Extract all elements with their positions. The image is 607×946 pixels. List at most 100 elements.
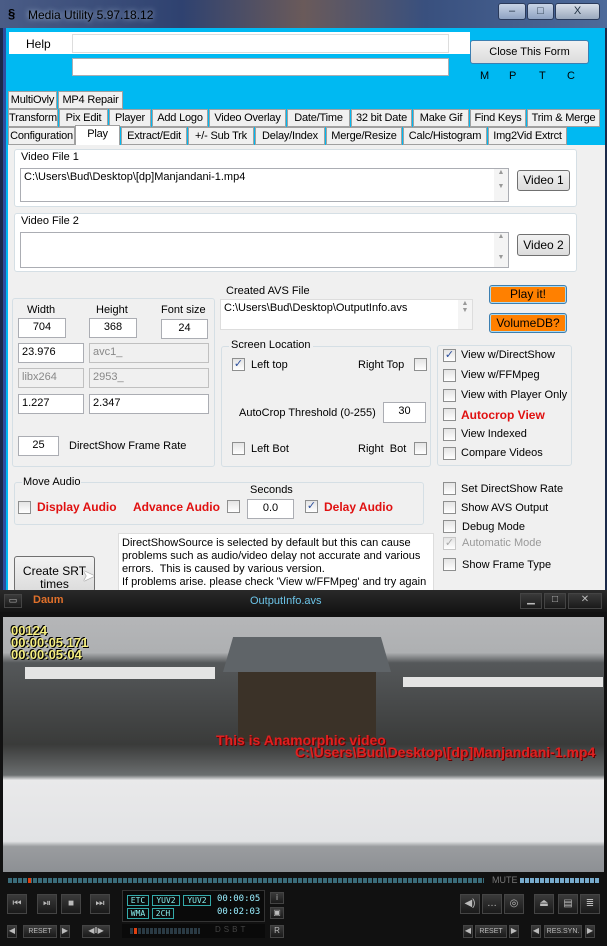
tab-add-logo[interactable]: Add Logo (152, 109, 208, 127)
eject-icon[interactable]: ⏏ (534, 894, 554, 914)
subtitle-icon[interactable]: … (482, 894, 502, 914)
view-indexed-checkbox[interactable] (443, 428, 456, 441)
tab-delay-index[interactable]: Delay/Index (255, 127, 325, 145)
playlist-icon[interactable]: ≣ (580, 894, 600, 914)
advance-audio-checkbox[interactable] (227, 500, 240, 513)
width-label: Width (27, 304, 56, 316)
volume-bar[interactable] (520, 878, 600, 883)
previous-button[interactable]: ⏮ (7, 894, 27, 914)
seek-position[interactable] (28, 878, 31, 883)
speaker-icon[interactable]: ◀) (460, 894, 480, 914)
view-ffmpeg-checkbox[interactable] (443, 369, 456, 382)
video-file-2-input[interactable]: ▲ ▼ (20, 232, 509, 268)
scrollbar[interactable]: ▲ ▼ (494, 169, 508, 201)
play-it-button[interactable]: Play it! (489, 285, 567, 304)
scrollbar[interactable]: ▲ ▼ (494, 233, 508, 267)
width-input[interactable]: 704 (18, 318, 66, 338)
tab-multiovly[interactable]: MultiOvly (8, 91, 57, 109)
autocrop-threshold-input[interactable]: 30 (383, 402, 426, 423)
left-arrow-button-2[interactable]: ◀ (463, 925, 473, 938)
tab-img2vid-extrct[interactable]: Img2Vid Extrct (488, 127, 567, 145)
help-menu[interactable]: Help (26, 37, 51, 51)
video-2-button[interactable]: Video 2 (517, 234, 570, 256)
font-size-input[interactable]: 24 (161, 319, 208, 339)
left-top-checkbox[interactable]: ✓ (232, 358, 245, 371)
right-arrow-button[interactable]: ▶ (60, 925, 70, 938)
show-frame-type-checkbox[interactable] (443, 558, 456, 571)
tab-trim-merge[interactable]: Trim & Merge (527, 109, 600, 127)
ds-frame-rate-input[interactable]: 25 (18, 436, 59, 456)
video-frame[interactable]: 00124 00:00:05.171 00:00:05:04 This is Ana… (3, 617, 604, 872)
view-player-only-checkbox[interactable] (443, 389, 456, 402)
tab-extract-edit[interactable]: Extract/Edit (121, 127, 187, 145)
video-1-button[interactable]: Video 1 (517, 170, 570, 191)
tab-calc-histogram[interactable]: Calc/Histogram (403, 127, 487, 145)
debug-mode-checkbox[interactable] (443, 520, 456, 533)
next-button[interactable]: ⏭ (90, 894, 110, 914)
record-icon[interactable]: ◎ (504, 894, 524, 914)
right-top-checkbox[interactable] (414, 358, 427, 371)
speed-display: DSBT (122, 924, 265, 938)
player-close-button[interactable]: ✕ (568, 593, 602, 609)
info-button[interactable]: i (270, 892, 284, 904)
res-sync-button[interactable]: RES.SYN. (544, 925, 582, 938)
frame-step-button[interactable]: ◀‖▶ (82, 925, 110, 938)
right-arrow-button-3[interactable]: ▶ (585, 925, 595, 938)
tab-transform[interactable]: Transform (8, 109, 58, 127)
tab-configuration[interactable]: Configuration (8, 127, 75, 145)
autocrop-view-checkbox[interactable] (443, 408, 456, 421)
left-bot-checkbox[interactable] (232, 442, 245, 455)
close-button[interactable]: X (555, 3, 600, 20)
mute-label[interactable]: MUTE (492, 875, 518, 885)
tab-make-gif[interactable]: Make Gif (413, 109, 469, 127)
seek-bar[interactable] (8, 878, 484, 883)
d-indicator: D (215, 925, 224, 934)
video-file-1-input[interactable]: C:\Users\Bud\Desktop\[dp]Manjandani-1.mp… (20, 168, 509, 202)
show-avs-output-checkbox[interactable] (443, 501, 456, 514)
font-size-label: Font size (161, 304, 206, 316)
fps-input[interactable]: 23.976 (18, 343, 84, 363)
left-arrow-button-3[interactable]: ◀ (531, 925, 541, 938)
player-menu-icon[interactable]: ▭ (4, 594, 22, 608)
play-pause-button[interactable]: ⏯ (37, 894, 57, 914)
tab-video-overlay[interactable]: Video Overlay (209, 109, 286, 127)
avs-file-input[interactable]: C:\Users\Bud\Desktop\OutputInfo.avs ▲ ▼ (220, 299, 473, 330)
tab-find-keys[interactable]: Find Keys (470, 109, 526, 127)
close-form-button[interactable]: Close This Form (470, 40, 589, 64)
save-icon[interactable]: ▤ (558, 894, 578, 914)
minimize-button[interactable]: ‒ (498, 3, 526, 20)
screen-button[interactable]: ▣ (270, 907, 284, 919)
help-input-1[interactable] (72, 34, 449, 53)
reset-button-right[interactable]: RESET (475, 925, 507, 938)
scrollbar[interactable]: ▲ ▼ (458, 300, 472, 329)
tab-32-bit-date[interactable]: 32 bit Date (351, 109, 412, 127)
reset-button-left[interactable]: RESET (23, 925, 57, 938)
ratio-2-input[interactable]: 2.347 (89, 394, 209, 414)
tab-play[interactable]: Play (75, 125, 120, 145)
height-input[interactable]: 368 (89, 318, 137, 338)
right-bot-checkbox[interactable] (414, 442, 427, 455)
stop-button[interactable]: ■ (61, 894, 81, 914)
volumedb-button[interactable]: VolumeDB? (489, 313, 567, 333)
info-textbox[interactable]: DirectShowSource is selected by default … (118, 533, 434, 591)
r-button[interactable]: R (270, 925, 284, 938)
tab-mp4-repair[interactable]: MP4 Repair (58, 91, 123, 109)
player-minimize-button[interactable]: ▁ (520, 593, 542, 609)
display-audio-checkbox[interactable] (18, 501, 31, 514)
tab-date-time[interactable]: Date/Time (287, 109, 350, 127)
maximize-button[interactable]: □ (527, 3, 554, 20)
seconds-input[interactable]: 0.0 (247, 499, 294, 519)
help-input-2[interactable] (72, 58, 449, 76)
view-directshow-checkbox[interactable]: ✓ (443, 349, 456, 362)
tab-sub-trk[interactable]: +/- Sub Trk (188, 127, 254, 145)
set-ds-rate-checkbox[interactable] (443, 482, 456, 495)
player-maximize-button[interactable]: □ (544, 593, 566, 609)
left-arrow-button[interactable]: ◀ (7, 925, 17, 938)
compare-videos-label: Compare Videos (461, 447, 543, 459)
compare-videos-checkbox[interactable] (443, 447, 456, 460)
right-arrow-button-2[interactable]: ▶ (509, 925, 519, 938)
tab-merge-resize[interactable]: Merge/Resize (326, 127, 402, 145)
speed-bar[interactable] (130, 928, 200, 934)
delay-audio-checkbox[interactable]: ✓ (305, 500, 318, 513)
ratio-1-input[interactable]: 1.227 (18, 394, 84, 414)
